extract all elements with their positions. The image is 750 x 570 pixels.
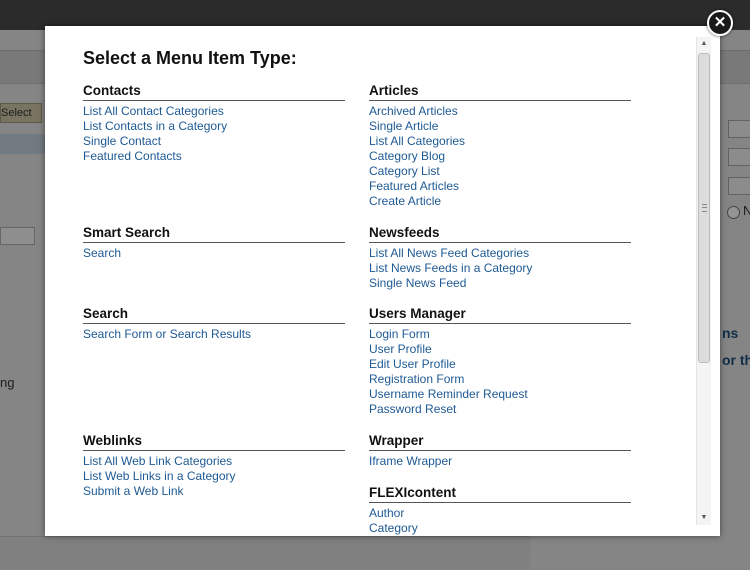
group-heading-smart-search: Smart Search	[83, 224, 345, 243]
menu-type-link-category-blog[interactable]: Category Blog	[369, 149, 445, 163]
group-heading-users-manager: Users Manager	[369, 305, 631, 324]
group-flexicontent: FLEXIcontent Author Category	[369, 484, 631, 536]
list-item: Single News Feed	[369, 276, 631, 291]
menu-type-link-archived-articles[interactable]: Archived Articles	[369, 104, 458, 118]
modal-scrollbar[interactable]: ▲ ▼	[696, 37, 711, 525]
menu-type-link-list-news-feeds-in-a-category[interactable]: List News Feeds in a Category	[369, 261, 532, 275]
thumb-grip-icon	[702, 204, 707, 212]
menu-type-list: Login Form User Profile Edit User Profile R…	[369, 327, 631, 417]
list-item: Category	[369, 521, 631, 536]
modal-content: Select a Menu Item Type: Contacts List Al…	[45, 26, 695, 536]
group-contacts: Contacts List All Contact Categories List …	[83, 82, 345, 164]
menu-type-link-user-profile[interactable]: User Profile	[369, 342, 432, 356]
group-weblinks: Weblinks List All Web Link Categories List…	[83, 432, 345, 499]
list-item: List Web Links in a Category	[83, 469, 345, 484]
modal-title: Select a Menu Item Type:	[83, 48, 297, 68]
list-item: Iframe Wrapper	[369, 454, 631, 469]
menu-type-link-category-list[interactable]: Category List	[369, 164, 440, 178]
group-users-manager: Users Manager Login Form User Profile Edit …	[369, 305, 631, 417]
list-item: Search	[83, 246, 345, 261]
menu-type-link-category[interactable]: Category	[369, 521, 418, 535]
menu-type-link-search-form-or-search-results[interactable]: Search Form or Search Results	[83, 327, 251, 341]
menu-type-list: List All Web Link Categories List Web Lin…	[83, 454, 345, 499]
menu-type-link-list-all-contact-categories[interactable]: List All Contact Categories	[83, 104, 224, 118]
menu-type-link-edit-user-profile[interactable]: Edit User Profile	[369, 357, 456, 371]
menu-type-list: Author Category	[369, 506, 631, 536]
menu-type-link-list-all-categories[interactable]: List All Categories	[369, 134, 465, 148]
list-item: Registration Form	[369, 372, 631, 387]
menu-type-link-list-all-news-feed-categories[interactable]: List All News Feed Categories	[369, 246, 529, 260]
scroll-up-icon[interactable]: ▲	[697, 37, 711, 51]
menu-type-list: Search	[83, 246, 345, 261]
menu-type-link-login-form[interactable]: Login Form	[369, 327, 430, 341]
menu-type-link-single-news-feed[interactable]: Single News Feed	[369, 276, 466, 290]
group-wrapper: Wrapper Iframe Wrapper	[369, 432, 631, 469]
list-item: Submit a Web Link	[83, 484, 345, 499]
list-item: Single Contact	[83, 134, 345, 149]
list-item: List News Feeds in a Category	[369, 261, 631, 276]
scroll-down-icon[interactable]: ▼	[697, 511, 711, 525]
menu-type-list: Archived Articles Single Article List All …	[369, 104, 631, 209]
list-item: User Profile	[369, 342, 631, 357]
group-heading-contacts: Contacts	[83, 82, 345, 101]
menu-type-link-create-article[interactable]: Create Article	[369, 194, 441, 208]
list-item: Featured Contacts	[83, 149, 345, 164]
list-item: Username Reminder Request	[369, 387, 631, 402]
menu-type-link-featured-articles[interactable]: Featured Articles	[369, 179, 459, 193]
list-item: Create Article	[369, 194, 631, 209]
menu-type-list: Iframe Wrapper	[369, 454, 631, 469]
menu-type-link-registration-form[interactable]: Registration Form	[369, 372, 464, 386]
scrollbar-thumb[interactable]	[698, 53, 710, 363]
list-item: Login Form	[369, 327, 631, 342]
menu-type-list: List All News Feed Categories List News F…	[369, 246, 631, 291]
menu-type-link-list-all-web-link-categories[interactable]: List All Web Link Categories	[83, 454, 232, 468]
menu-type-link-featured-contacts[interactable]: Featured Contacts	[83, 149, 182, 163]
list-item: Search Form or Search Results	[83, 327, 345, 342]
list-item: Author	[369, 506, 631, 521]
group-heading-newsfeeds: Newsfeeds	[369, 224, 631, 243]
list-item: List Contacts in a Category	[83, 119, 345, 134]
list-item: List All News Feed Categories	[369, 246, 631, 261]
list-item: Category Blog	[369, 149, 631, 164]
list-item: List All Categories	[369, 134, 631, 149]
group-newsfeeds: Newsfeeds List All News Feed Categories Li…	[369, 224, 631, 291]
list-item: Password Reset	[369, 402, 631, 417]
close-icon: ✕	[713, 14, 727, 31]
menu-type-link-search[interactable]: Search	[83, 246, 121, 260]
list-item: Category List	[369, 164, 631, 179]
list-item: Archived Articles	[369, 104, 631, 119]
group-smart-search: Smart Search Search	[83, 224, 345, 261]
menu-type-link-single-contact[interactable]: Single Contact	[83, 134, 161, 148]
menu-item-type-modal: Select a Menu Item Type: Contacts List Al…	[45, 26, 720, 536]
list-item: Single Article	[369, 119, 631, 134]
group-articles: Articles Archived Articles Single Article L…	[369, 82, 631, 209]
group-heading-search: Search	[83, 305, 345, 324]
menu-type-link-password-reset[interactable]: Password Reset	[369, 402, 456, 416]
list-item: Edit User Profile	[369, 357, 631, 372]
group-heading-wrapper: Wrapper	[369, 432, 631, 451]
group-search: Search Search Form or Search Results	[83, 305, 345, 342]
group-heading-weblinks: Weblinks	[83, 432, 345, 451]
menu-type-link-single-article[interactable]: Single Article	[369, 119, 438, 133]
group-heading-flexicontent: FLEXIcontent	[369, 484, 631, 503]
menu-type-link-submit-a-web-link[interactable]: Submit a Web Link	[83, 484, 184, 498]
menu-type-link-iframe-wrapper[interactable]: Iframe Wrapper	[369, 454, 452, 468]
menu-type-list: List All Contact Categories List Contacts…	[83, 104, 345, 164]
menu-type-link-list-web-links-in-a-category[interactable]: List Web Links in a Category	[83, 469, 236, 483]
menu-type-link-author[interactable]: Author	[369, 506, 404, 520]
menu-type-link-username-reminder-request[interactable]: Username Reminder Request	[369, 387, 528, 401]
list-item: List All Web Link Categories	[83, 454, 345, 469]
group-heading-articles: Articles	[369, 82, 631, 101]
menu-type-link-list-contacts-in-a-category[interactable]: List Contacts in a Category	[83, 119, 227, 133]
list-item: List All Contact Categories	[83, 104, 345, 119]
close-button[interactable]: ✕	[707, 10, 733, 36]
list-item: Featured Articles	[369, 179, 631, 194]
menu-type-list: Search Form or Search Results	[83, 327, 345, 342]
